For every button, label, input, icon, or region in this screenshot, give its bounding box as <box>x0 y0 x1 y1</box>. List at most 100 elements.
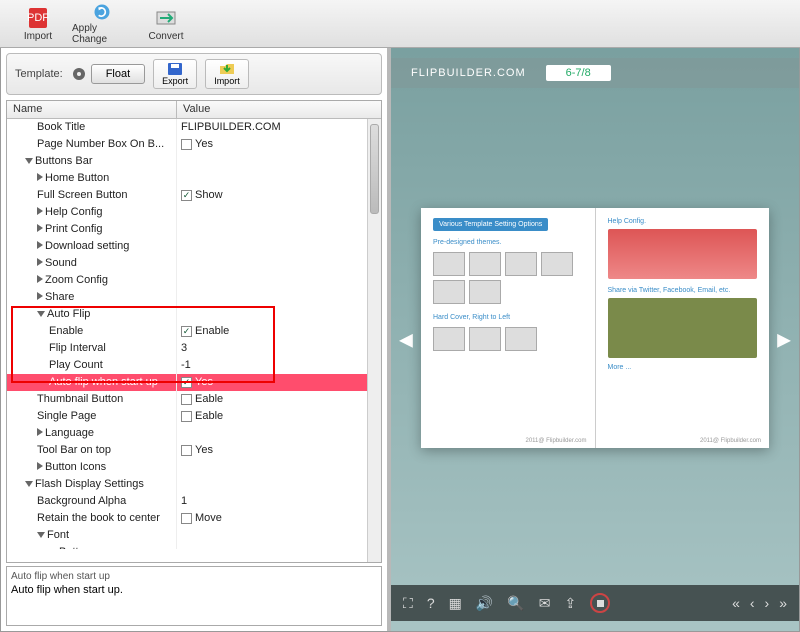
expand-icon[interactable] <box>37 275 43 283</box>
checkbox[interactable] <box>181 394 192 405</box>
row-value[interactable]: Move <box>177 510 381 527</box>
table-row[interactable]: Download setting <box>7 238 381 255</box>
expand-icon[interactable] <box>37 311 45 317</box>
float-template-button[interactable]: Float <box>91 64 145 84</box>
scrollbar[interactable] <box>367 119 381 562</box>
table-row[interactable]: Buttons <box>7 544 381 549</box>
email-icon[interactable]: ✉ <box>539 595 551 612</box>
table-row[interactable]: Full Screen Button✓Show <box>7 187 381 204</box>
table-row[interactable]: Single PageEable <box>7 408 381 425</box>
table-row[interactable]: Print Config <box>7 221 381 238</box>
table-row[interactable]: Auto flip when start up✓Yes <box>7 374 381 391</box>
row-value[interactable] <box>177 272 381 289</box>
apply-change-button[interactable]: Apply Change <box>72 2 132 45</box>
next-page-arrow[interactable]: ▶ <box>777 329 791 350</box>
row-value[interactable] <box>177 255 381 272</box>
row-value[interactable]: ✓Show <box>177 187 381 204</box>
convert-button[interactable]: Convert <box>136 2 196 45</box>
first-page-icon[interactable]: « <box>732 595 740 611</box>
table-row[interactable]: Book TitleFLIPBUILDER.COM <box>7 119 381 136</box>
prev-page-icon[interactable]: ‹ <box>750 595 755 611</box>
row-value[interactable]: ✓Yes <box>177 374 381 391</box>
row-value[interactable] <box>177 238 381 255</box>
row-value[interactable] <box>177 527 381 544</box>
expand-icon[interactable] <box>37 224 43 232</box>
row-value[interactable] <box>177 544 381 549</box>
prev-page-arrow[interactable]: ◀ <box>399 329 413 350</box>
row-value[interactable] <box>177 306 381 323</box>
row-value[interactable]: ✓Enable <box>177 323 381 340</box>
scrollbar-thumb[interactable] <box>370 124 379 214</box>
expand-icon[interactable] <box>37 428 43 436</box>
export-button[interactable]: Export <box>153 59 197 89</box>
checkbox[interactable] <box>181 139 192 150</box>
expand-icon[interactable] <box>37 258 43 266</box>
row-value[interactable] <box>177 153 381 170</box>
expand-icon[interactable] <box>25 158 33 164</box>
checkbox[interactable] <box>181 513 192 524</box>
help-icon[interactable]: ? <box>427 595 435 611</box>
table-row[interactable]: Thumbnail ButtonEable <box>7 391 381 408</box>
stop-autoflip-button[interactable] <box>590 593 610 613</box>
row-value[interactable]: -1 <box>177 357 381 374</box>
expand-icon[interactable] <box>25 481 33 487</box>
table-row[interactable]: Background Alpha1 <box>7 493 381 510</box>
row-value[interactable] <box>177 459 381 476</box>
row-value[interactable]: 3 <box>177 340 381 357</box>
gear-icon[interactable] <box>71 66 87 82</box>
row-value[interactable]: Eable <box>177 408 381 425</box>
expand-icon[interactable] <box>37 462 43 470</box>
sound-icon[interactable]: 🔊 <box>476 595 493 612</box>
table-row[interactable]: Share <box>7 289 381 306</box>
table-row[interactable]: Help Config <box>7 204 381 221</box>
table-row[interactable]: Page Number Box On B...Yes <box>7 136 381 153</box>
row-value[interactable] <box>177 204 381 221</box>
expand-icon[interactable] <box>37 241 43 249</box>
table-row[interactable]: Zoom Config <box>7 272 381 289</box>
col-value-header[interactable]: Value <box>177 101 381 118</box>
table-row[interactable]: Auto Flip <box>7 306 381 323</box>
checkbox[interactable] <box>181 411 192 422</box>
row-value[interactable]: FLIPBUILDER.COM <box>177 119 381 136</box>
row-value[interactable] <box>177 170 381 187</box>
table-row[interactable]: Enable✓Enable <box>7 323 381 340</box>
row-value[interactable]: Eable <box>177 391 381 408</box>
row-value[interactable]: Yes <box>177 136 381 153</box>
expand-icon[interactable] <box>37 532 45 538</box>
expand-icon[interactable] <box>37 207 43 215</box>
thumbnails-icon[interactable]: ▦ <box>449 595 462 612</box>
table-row[interactable]: Flip Interval3 <box>7 340 381 357</box>
book-preview[interactable]: Various Template Setting Options Pre-des… <box>421 208 769 448</box>
table-row[interactable]: Language <box>7 425 381 442</box>
checkbox[interactable]: ✓ <box>181 377 192 388</box>
row-value[interactable]: Yes <box>177 442 381 459</box>
col-name-header[interactable]: Name <box>7 101 177 118</box>
checkbox[interactable] <box>181 445 192 456</box>
fullscreen-icon[interactable]: ⛶ <box>403 595 413 612</box>
row-value[interactable] <box>177 425 381 442</box>
expand-icon[interactable] <box>37 173 43 181</box>
table-row[interactable]: Tool Bar on topYes <box>7 442 381 459</box>
row-value[interactable] <box>177 289 381 306</box>
import-template-button[interactable]: Import <box>205 59 249 89</box>
zoom-icon[interactable]: 🔍 <box>507 595 524 612</box>
table-row[interactable]: Font <box>7 527 381 544</box>
checkbox[interactable]: ✓ <box>181 326 192 337</box>
row-value[interactable]: 1 <box>177 493 381 510</box>
last-page-icon[interactable]: » <box>779 595 787 611</box>
share-icon[interactable]: ⇪ <box>564 595 576 612</box>
row-value[interactable] <box>177 476 381 493</box>
table-row[interactable]: Home Button <box>7 170 381 187</box>
import-button[interactable]: PDF Import <box>8 2 68 45</box>
page-indicator[interactable]: 6-7/8 <box>546 65 611 81</box>
table-row[interactable]: Flash Display Settings <box>7 476 381 493</box>
table-row[interactable]: Play Count-1 <box>7 357 381 374</box>
expand-icon[interactable] <box>37 292 43 300</box>
table-row[interactable]: Buttons Bar <box>7 153 381 170</box>
table-row[interactable]: Retain the book to centerMove <box>7 510 381 527</box>
row-value[interactable] <box>177 221 381 238</box>
table-row[interactable]: Sound <box>7 255 381 272</box>
next-page-icon[interactable]: › <box>765 595 770 611</box>
checkbox[interactable]: ✓ <box>181 190 192 201</box>
table-row[interactable]: Button Icons <box>7 459 381 476</box>
